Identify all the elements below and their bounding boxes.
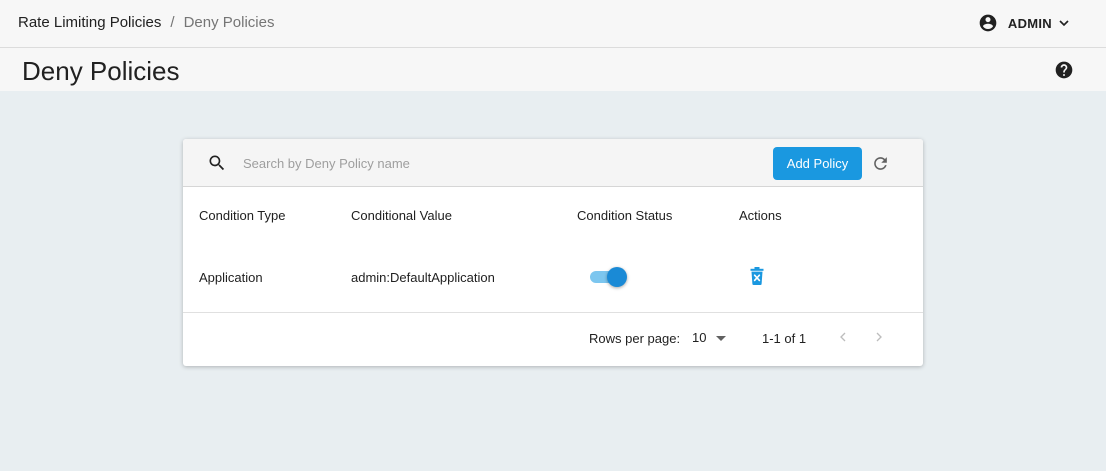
search-input[interactable] [243, 151, 683, 175]
chevron-right-icon[interactable] [871, 329, 887, 350]
user-name: ADMIN [1007, 15, 1052, 31]
condition-status-toggle[interactable] [588, 266, 628, 288]
delete-icon[interactable] [750, 267, 764, 290]
column-header-conditional-value: Conditional Value [351, 208, 452, 223]
search-icon [207, 153, 227, 178]
breadcrumb-separator: / [170, 14, 175, 31]
title-bar: Deny Policies [0, 48, 1106, 91]
chevron-down-icon [1056, 15, 1072, 31]
toggle-thumb [607, 267, 627, 287]
column-header-condition-status: Condition Status [577, 208, 673, 223]
breadcrumb: Rate Limiting Policies / Deny Policies [18, 14, 274, 31]
cell-conditional-value: admin:DefaultApplication [351, 270, 495, 285]
account-circle-icon [978, 13, 998, 33]
deny-policies-card: Add Policy Condition Type Conditional Va… [183, 139, 923, 366]
breadcrumb-current: Deny Policies [183, 14, 275, 31]
help-circle-icon[interactable] [1054, 60, 1074, 85]
add-policy-button[interactable]: Add Policy [773, 147, 862, 180]
caret-down-icon [706, 330, 727, 345]
breadcrumb-rate-limiting-policies[interactable]: Rate Limiting Policies [18, 14, 161, 31]
user-menu[interactable]: ADMIN [978, 13, 1072, 33]
column-header-condition-type: Condition Type [199, 208, 286, 223]
column-header-actions: Actions [739, 208, 782, 223]
top-bar: Rate Limiting Policies / Deny Policies A… [0, 0, 1106, 48]
rows-per-page-value: 10 [692, 330, 707, 345]
chevron-left-icon[interactable] [835, 329, 851, 350]
refresh-icon[interactable] [871, 154, 890, 178]
pagination-range: 1-1 of 1 [762, 331, 807, 346]
cell-condition-type: Application [199, 270, 263, 285]
rows-per-page-label: Rows per page: [589, 331, 681, 346]
rows-per-page-select[interactable]: 10 [692, 330, 727, 345]
page-title: Deny Policies [22, 56, 180, 86]
row-divider [183, 312, 923, 313]
table-toolbar: Add Policy [183, 139, 923, 187]
